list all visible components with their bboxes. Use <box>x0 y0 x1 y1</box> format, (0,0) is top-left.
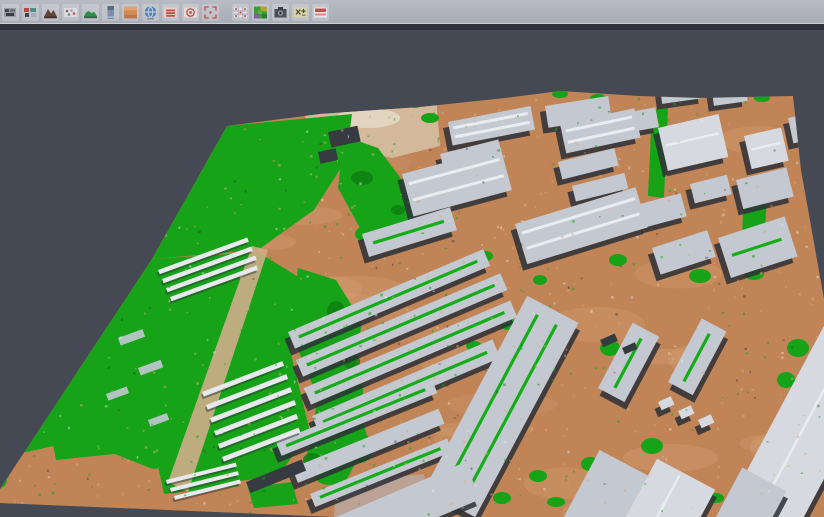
point-cloud-button[interactable] <box>62 4 79 21</box>
snapshot-icon <box>273 5 288 20</box>
terrain-model-button[interactable] <box>82 4 99 21</box>
classify-points-button[interactable] <box>22 4 39 21</box>
3d-viewport[interactable] <box>0 30 824 517</box>
open-data-icon <box>3 5 18 20</box>
dem-layer-button[interactable] <box>122 4 139 21</box>
grid-select-button[interactable] <box>232 4 249 21</box>
annotation-flag-button[interactable] <box>312 4 329 21</box>
cross-section-button[interactable] <box>162 4 179 21</box>
grid-select-icon <box>233 5 248 20</box>
globe-view-icon <box>143 5 158 20</box>
profile-tool-icon <box>103 5 118 20</box>
open-data-button[interactable] <box>2 4 19 21</box>
classification-map-button[interactable] <box>252 4 269 21</box>
classification-map-icon <box>253 5 268 20</box>
profile-tool-button[interactable] <box>102 4 119 21</box>
measure-tool-icon <box>293 5 308 20</box>
main-toolbar <box>0 0 824 24</box>
application-window <box>0 0 824 517</box>
annotation-flag-icon <box>313 5 328 20</box>
point-cloud-icon <box>63 5 78 20</box>
measure-tool-button[interactable] <box>292 4 309 21</box>
tin-surface-button[interactable] <box>42 4 59 21</box>
tin-surface-icon <box>43 5 58 20</box>
cross-section-icon <box>163 5 178 20</box>
terrain-model-icon <box>83 5 98 20</box>
point-cloud-scene <box>0 30 824 517</box>
classify-points-icon <box>23 5 38 20</box>
snapshot-button[interactable] <box>272 4 289 21</box>
circle-select-button[interactable] <box>182 4 199 21</box>
rect-select-icon <box>203 5 218 20</box>
globe-view-button[interactable] <box>142 4 159 21</box>
circle-select-icon <box>183 5 198 20</box>
dem-layer-icon <box>123 5 138 20</box>
rect-select-button[interactable] <box>202 4 219 21</box>
